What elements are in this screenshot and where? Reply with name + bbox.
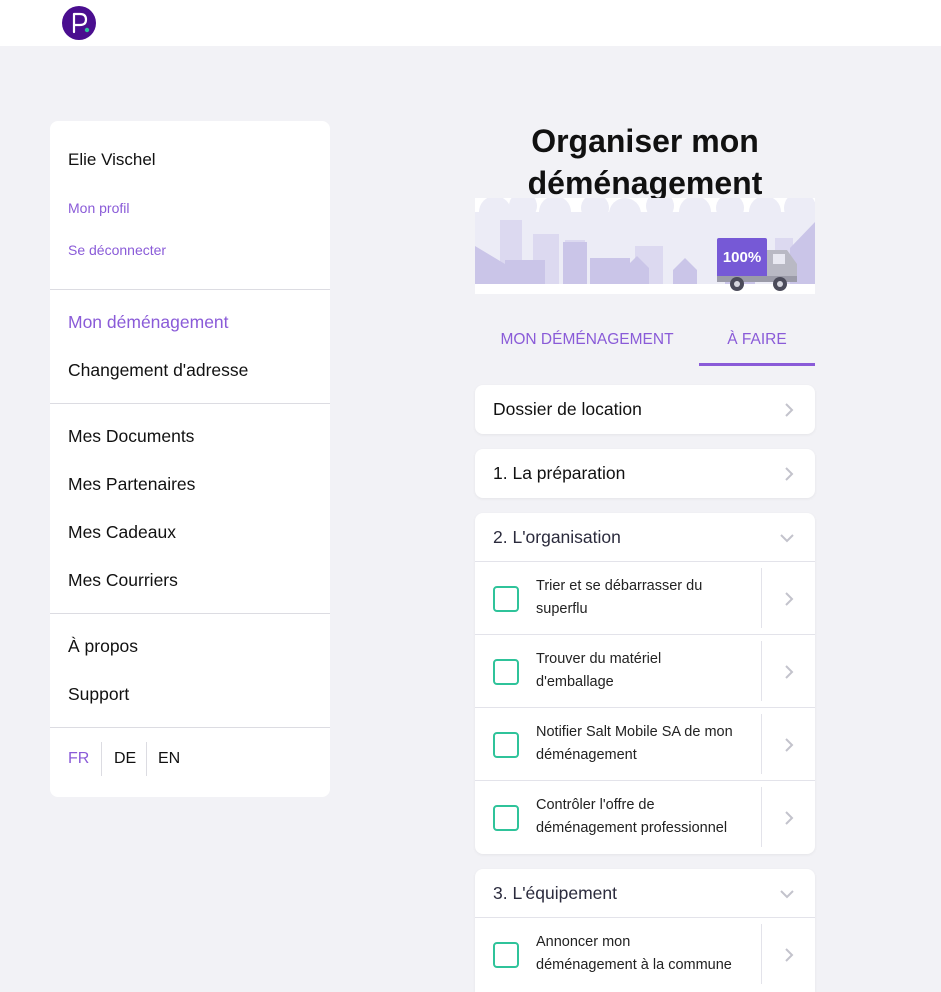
section-card-dossier: Dossier de location bbox=[475, 385, 815, 434]
language-separator bbox=[146, 742, 147, 776]
task-divider bbox=[761, 787, 762, 847]
active-tab-indicator bbox=[699, 363, 815, 366]
task-label: Annoncer mon déménagement à la commune bbox=[536, 931, 756, 977]
chevron-right-icon[interactable] bbox=[783, 737, 795, 753]
user-name: Elie Vischel bbox=[68, 150, 156, 169]
progress-badge: 100% bbox=[723, 249, 761, 266]
task-checkbox[interactable] bbox=[493, 732, 519, 758]
task-checkbox[interactable] bbox=[493, 805, 519, 831]
sidebar-divider bbox=[50, 727, 330, 728]
section-card-preparation: 1. La préparation bbox=[475, 449, 815, 498]
language-de[interactable]: DE bbox=[114, 742, 136, 776]
section-card-equipement: 3. L'équipement Annoncer mon déménagemen… bbox=[475, 869, 815, 992]
chevron-down-icon bbox=[780, 890, 794, 899]
sidebar-divider bbox=[50, 613, 330, 614]
task-checkbox[interactable] bbox=[493, 659, 519, 685]
sidebar-item-mon-demenagement[interactable]: Mon déménagement bbox=[68, 312, 229, 333]
moving-truck-icon: 100% bbox=[475, 192, 816, 294]
section-title: 1. La préparation bbox=[493, 463, 626, 483]
chevron-right-icon bbox=[785, 467, 794, 481]
profile-link[interactable]: Mon profil bbox=[68, 200, 129, 216]
section-title: 3. L'équipement bbox=[493, 883, 617, 903]
sidebar-item-support[interactable]: Support bbox=[68, 684, 129, 705]
page-title: Organiser mon déménagement bbox=[475, 120, 815, 204]
section-header-dossier[interactable]: Dossier de location bbox=[475, 385, 815, 434]
sidebar-item-changement-adresse[interactable]: Changement d'adresse bbox=[68, 360, 248, 381]
chevron-right-icon bbox=[785, 403, 794, 417]
task-divider bbox=[761, 641, 762, 701]
section-header-preparation[interactable]: 1. La préparation bbox=[475, 449, 815, 498]
tab-a-faire[interactable]: À FAIRE bbox=[699, 320, 815, 366]
language-separator bbox=[101, 742, 102, 776]
task-label-line: déménagement bbox=[536, 747, 637, 763]
tab-mon-demenagement[interactable]: MON DÉMÉNAGEMENT bbox=[497, 320, 677, 366]
task-label: Trouver du matériel d'emballage bbox=[536, 648, 756, 694]
task-label-line: Contrôler l'offre de bbox=[536, 797, 655, 813]
chevron-right-icon[interactable] bbox=[783, 591, 795, 607]
logout-link[interactable]: Se déconnecter bbox=[68, 242, 166, 258]
language-en[interactable]: EN bbox=[158, 742, 180, 776]
sidebar: Elie Vischel Mon profil Se déconnecter M… bbox=[50, 121, 330, 797]
task-label: Notifier Salt Mobile SA de mon déménagem… bbox=[536, 721, 756, 767]
task-item[interactable]: Trier et se débarrasser du superflu bbox=[475, 561, 815, 634]
task-checkbox[interactable] bbox=[493, 586, 519, 612]
section-header-equipement[interactable]: 3. L'équipement bbox=[475, 869, 815, 918]
task-label: Contrôler l'offre de déménagement profes… bbox=[536, 794, 756, 840]
task-label-line: déménagement à la commune bbox=[536, 957, 732, 973]
task-label-line: Notifier Salt Mobile SA de mon bbox=[536, 724, 733, 740]
sidebar-divider bbox=[50, 403, 330, 404]
task-label-line: Trier et se débarrasser du bbox=[536, 578, 703, 594]
sidebar-divider bbox=[50, 289, 330, 290]
page-title-line1: Organiser mon bbox=[531, 123, 759, 159]
task-label-line: superflu bbox=[536, 601, 588, 617]
section-card-organisation: 2. L'organisation Trier et se débarrasse… bbox=[475, 513, 815, 854]
task-item[interactable]: Contrôler l'offre de déménagement profes… bbox=[475, 780, 815, 853]
task-checkbox[interactable] bbox=[493, 942, 519, 968]
task-label: Trier et se débarrasser du superflu bbox=[536, 575, 756, 621]
task-item[interactable]: Annoncer mon déménagement à la commune bbox=[475, 917, 815, 990]
task-label-line: Annoncer mon bbox=[536, 934, 631, 950]
section-title: 2. L'organisation bbox=[493, 527, 621, 547]
sidebar-item-documents[interactable]: Mes Documents bbox=[68, 426, 194, 447]
section-title: Dossier de location bbox=[493, 399, 642, 419]
sidebar-item-cadeaux[interactable]: Mes Cadeaux bbox=[68, 522, 176, 543]
task-label-line: d'emballage bbox=[536, 674, 614, 690]
task-item[interactable]: Notifier Salt Mobile SA de mon déménagem… bbox=[475, 707, 815, 780]
language-fr[interactable]: FR bbox=[68, 742, 89, 776]
chevron-down-icon bbox=[780, 534, 794, 543]
chevron-right-icon[interactable] bbox=[783, 947, 795, 963]
sidebar-item-courriers[interactable]: Mes Courriers bbox=[68, 570, 178, 591]
task-label-line: Trouver du matériel bbox=[536, 651, 662, 667]
task-divider bbox=[761, 568, 762, 628]
task-label-line: déménagement professionnel bbox=[536, 820, 728, 836]
top-bar bbox=[0, 0, 941, 46]
section-header-organisation[interactable]: 2. L'organisation bbox=[475, 513, 815, 562]
p-logo-icon[interactable] bbox=[62, 6, 96, 40]
tab-bar: MON DÉMÉNAGEMENT À FAIRE bbox=[475, 320, 815, 368]
chevron-right-icon[interactable] bbox=[783, 810, 795, 826]
sidebar-item-partenaires[interactable]: Mes Partenaires bbox=[68, 474, 195, 495]
task-divider bbox=[761, 714, 762, 774]
task-divider bbox=[761, 924, 762, 984]
chevron-right-icon[interactable] bbox=[783, 664, 795, 680]
task-item[interactable]: Trouver du matériel d'emballage bbox=[475, 634, 815, 707]
sidebar-item-a-propos[interactable]: À propos bbox=[68, 636, 138, 657]
